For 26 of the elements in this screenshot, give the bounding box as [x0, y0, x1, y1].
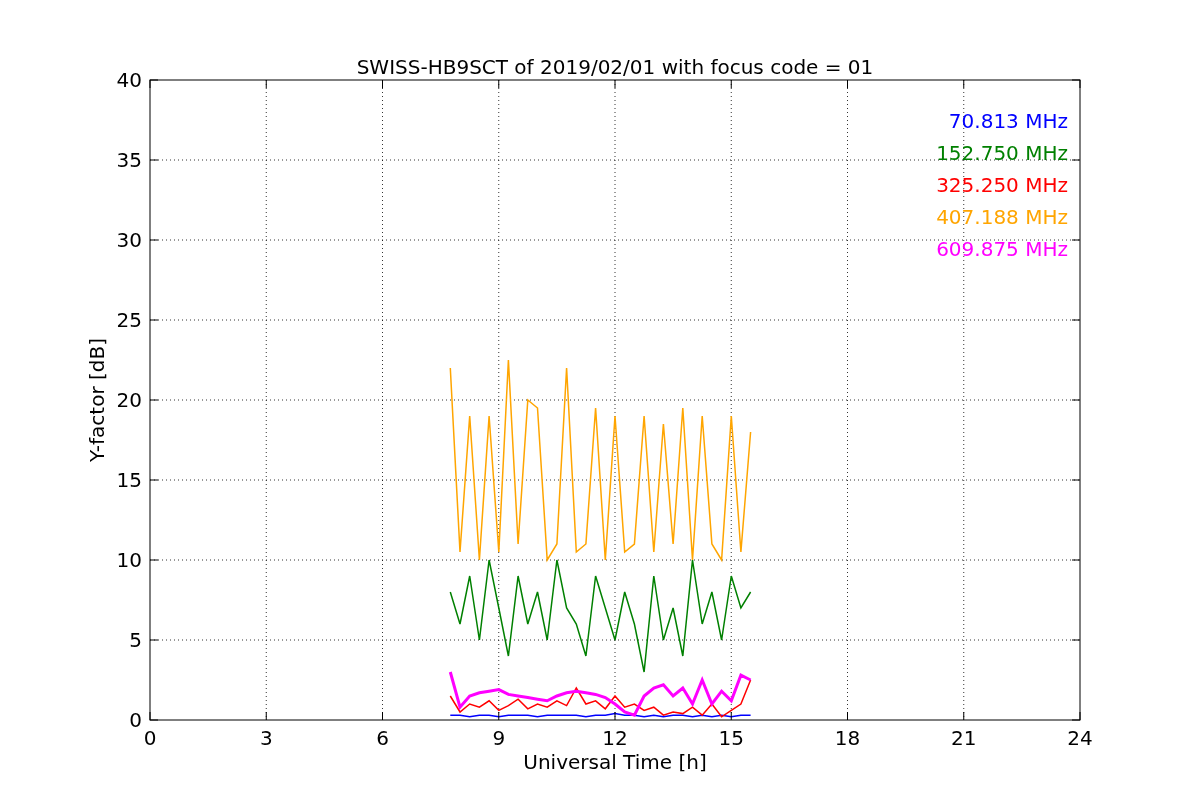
- y-tick-label: 40: [116, 68, 142, 92]
- legend-label: 609.875 MHz: [936, 237, 1068, 261]
- x-tick-label: 6: [376, 726, 389, 750]
- y-tick-label: 20: [116, 388, 142, 412]
- legend-label: 152.750 MHz: [936, 141, 1068, 165]
- y-tick-label: 25: [116, 308, 142, 332]
- x-tick-label: 15: [718, 726, 744, 750]
- legend-label: 70.813 MHz: [948, 109, 1068, 133]
- y-tick-label: 30: [116, 228, 142, 252]
- x-tick-label: 21: [951, 726, 977, 750]
- legend-label: 325.250 MHz: [936, 173, 1068, 197]
- y-tick-label: 15: [116, 468, 142, 492]
- x-tick-label: 24: [1067, 726, 1093, 750]
- x-tick-label: 9: [492, 726, 506, 750]
- chart-title: SWISS-HB9SCT of 2019/02/01 with focus code = 01: [356, 55, 874, 79]
- y-tick-label: 0: [129, 708, 142, 732]
- legend-label: 407.188 MHz: [936, 205, 1068, 229]
- y-axis-label: Y-factor [dB]: [85, 338, 109, 462]
- y-tick-label: 10: [116, 548, 142, 572]
- x-axis-label: Universal Time [h]: [523, 750, 707, 774]
- x-tick-label: 3: [259, 726, 273, 750]
- x-tick-label: 18: [834, 726, 861, 750]
- x-tick-label: 0: [143, 726, 157, 750]
- y-tick-label: 35: [116, 148, 142, 172]
- y-tick-label: 5: [129, 628, 142, 652]
- x-tick-label: 12: [602, 726, 628, 750]
